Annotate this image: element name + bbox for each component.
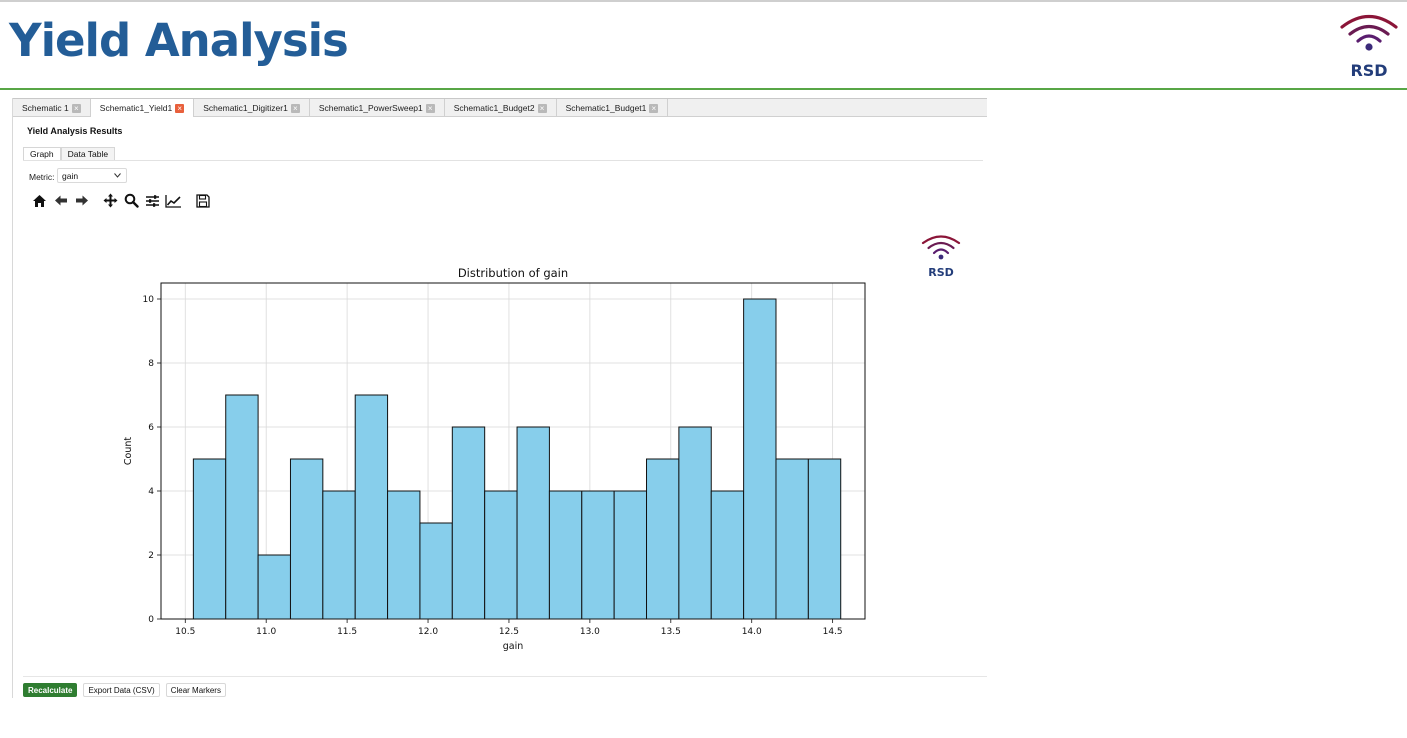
histogram-bar	[192, 458, 227, 620]
histogram-bar	[581, 490, 615, 620]
histogram-bar	[775, 458, 809, 620]
logo-text: RSD	[1350, 61, 1388, 80]
doc-tab-schematic1-budget2[interactable]: Schematic1_Budget2 ×	[445, 99, 557, 117]
document-tab-bar: Schematic 1 × Schematic1_Yield1 × Schemati…	[13, 98, 987, 117]
chart-title: Distribution of gain	[458, 266, 568, 280]
chevron-down-icon	[114, 173, 121, 178]
histogram-svg: Distribution of gain 10.5 11.0 11.5 12.0 12.…	[123, 266, 866, 652]
plot-toolbar	[31, 192, 211, 209]
tab-divider	[23, 160, 983, 161]
doc-tab-schematic-1[interactable]: Schematic 1 ×	[13, 99, 91, 117]
results-title: Yield Analysis Results	[27, 126, 123, 136]
y-tick-label: 0	[148, 615, 154, 625]
configure-subplots-icon[interactable]	[144, 192, 161, 209]
x-tick-label: 13.5	[661, 627, 681, 637]
chart-logo: RSD	[921, 232, 961, 279]
histogram-bar	[484, 490, 518, 620]
yield-analysis-window: Schematic 1 × Schematic1_Yield1 × Schemati…	[12, 98, 987, 698]
export-csv-button[interactable]: Export Data (CSV)	[83, 683, 160, 697]
x-tick-label: 14.0	[742, 627, 762, 637]
x-axis-label: gain	[503, 641, 524, 652]
x-tick-label: 11.0	[256, 627, 276, 637]
y-axis-label: Count	[123, 437, 134, 465]
doc-tab-schematic1-powersweep1[interactable]: Schematic1_PowerSweep1 ×	[310, 99, 445, 117]
y-tick-label: 6	[148, 423, 154, 433]
histogram-bar	[678, 426, 712, 620]
tab-graph[interactable]: Graph	[23, 147, 61, 161]
header-logo: RSD	[1339, 10, 1399, 80]
view-tabs: Graph Data Table	[23, 147, 116, 161]
y-tick-label: 8	[148, 359, 154, 369]
doc-tab-label: Schematic1_PowerSweep1	[318, 103, 423, 113]
wifi-logo-icon	[921, 235, 961, 260]
histogram-bar	[646, 458, 680, 620]
page-title: Yield Analysis	[9, 14, 349, 67]
histogram-bar	[451, 426, 486, 620]
histogram-bar	[548, 490, 583, 620]
edit-axis-icon[interactable]	[165, 192, 182, 209]
bars-layer	[192, 298, 842, 620]
histogram-bar	[225, 394, 259, 620]
doc-tab-schematic1-budget1[interactable]: Schematic1_Budget1 ×	[557, 99, 669, 117]
histogram-bar	[419, 522, 453, 620]
histogram-chart: Distribution of gain 10.5 11.0 11.5 12.0 12.…	[105, 261, 875, 666]
histogram-bar	[743, 298, 777, 620]
doc-tab-label: Schematic1_Budget2	[453, 103, 535, 113]
tab-data-table[interactable]: Data Table	[60, 147, 116, 161]
logo-text: RSD	[928, 266, 954, 279]
metric-value: gain	[62, 170, 79, 181]
header-divider	[0, 88, 1407, 90]
close-icon[interactable]: ×	[175, 103, 185, 113]
doc-tab-schematic1-digitizer1[interactable]: Schematic1_Digitizer1 ×	[194, 99, 310, 117]
y-tick-label: 2	[148, 551, 154, 561]
histogram-bar	[354, 394, 389, 620]
doc-tab-label: Schematic1_Budget1	[565, 103, 647, 113]
save-icon[interactable]	[194, 192, 211, 209]
x-tick-label: 12.0	[418, 627, 438, 637]
histogram-bar	[257, 554, 291, 620]
close-icon[interactable]: ×	[71, 103, 81, 113]
home-icon[interactable]	[31, 192, 48, 209]
y-tick-label: 4	[148, 487, 154, 497]
metric-label: Metric:	[29, 172, 55, 182]
x-tick-label: 11.5	[337, 627, 357, 637]
top-border	[0, 0, 1407, 2]
doc-tab-label: Schematic 1	[22, 103, 69, 113]
metric-select[interactable]: gain	[57, 168, 127, 183]
close-icon[interactable]: ×	[290, 103, 300, 113]
histogram-bar	[613, 490, 648, 620]
x-tick-label: 13.0	[580, 627, 600, 637]
histogram-bar	[322, 490, 356, 620]
pan-icon[interactable]	[102, 192, 119, 209]
close-icon[interactable]: ×	[425, 103, 435, 113]
close-icon[interactable]: ×	[649, 103, 659, 113]
x-tick-label: 10.5	[175, 627, 195, 637]
forward-icon[interactable]	[73, 192, 90, 209]
histogram-bar	[289, 458, 324, 620]
doc-tab-schematic1-yield1[interactable]: Schematic1_Yield1 ×	[90, 99, 195, 117]
recalculate-button[interactable]: Recalculate	[23, 683, 78, 697]
zoom-icon[interactable]	[123, 192, 140, 209]
wifi-logo-icon	[1340, 14, 1398, 51]
close-icon[interactable]: ×	[537, 103, 547, 113]
histogram-bar	[710, 490, 745, 620]
y-tick-label: 10	[143, 295, 155, 305]
histogram-bar	[807, 458, 842, 620]
histogram-bar	[387, 490, 421, 620]
clear-markers-button[interactable]: Clear Markers	[165, 683, 226, 697]
histogram-bar	[516, 426, 550, 620]
doc-tab-label: Schematic1_Yield1	[99, 103, 173, 113]
x-tick-label: 12.5	[499, 627, 519, 637]
back-icon[interactable]	[52, 192, 69, 209]
doc-tab-label: Schematic1_Digitizer1	[203, 103, 288, 113]
footer-divider	[23, 676, 987, 677]
action-buttons: Recalculate Export Data (CSV) Clear Mark…	[23, 683, 226, 697]
x-tick-label: 14.5	[823, 627, 843, 637]
